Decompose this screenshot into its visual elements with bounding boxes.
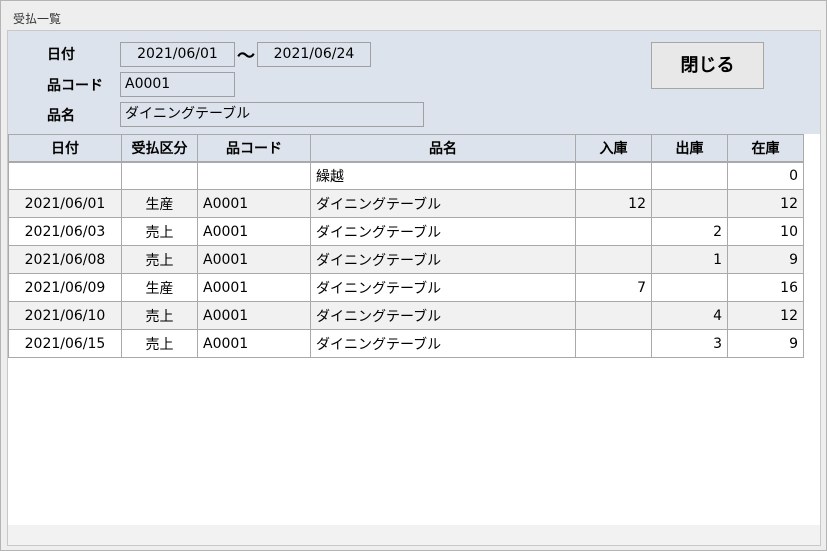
item-code-label: 品コード — [47, 78, 103, 94]
cell-item-code — [197, 161, 311, 190]
cell-item-code: A0001 — [197, 301, 311, 330]
table-header-row: 日付 受払区分 品コード 品名 入庫 出庫 在庫 — [8, 134, 804, 163]
cell-date: 2021/06/15 — [8, 329, 122, 358]
cell-date — [8, 161, 122, 190]
table-row[interactable]: 2021/06/10 売上 A0001 ダイニングテーブル 4 12 — [8, 301, 804, 330]
cell-item-name: ダイニングテーブル — [310, 217, 576, 246]
table-row[interactable]: 2021/06/15 売上 A0001 ダイニングテーブル 3 9 — [8, 329, 804, 358]
cell-transaction-type: 生産 — [121, 189, 198, 218]
cell-item-name: 繰越 — [310, 161, 576, 190]
cell-stock: 0 — [727, 161, 804, 190]
close-button[interactable]: 閉じる — [651, 42, 764, 89]
cell-stock: 12 — [727, 301, 804, 330]
cell-item-name: ダイニングテーブル — [310, 329, 576, 358]
filter-header: 日付 2021/06/01 ～ 2021/06/24 品コード A0001 品名… — [8, 31, 820, 134]
cell-stock: 9 — [727, 245, 804, 274]
cell-stock: 12 — [727, 189, 804, 218]
cell-transaction-type: 生産 — [121, 273, 198, 302]
cell-stock: 9 — [727, 329, 804, 358]
window: 受払一覧 日付 2021/06/01 ～ 2021/06/24 品コード A00… — [0, 0, 827, 551]
table-row[interactable]: 2021/06/01 生産 A0001 ダイニングテーブル 12 12 — [8, 189, 804, 218]
cell-transaction-type — [121, 161, 198, 190]
window-title: 受払一覧 — [13, 12, 62, 26]
item-name-field[interactable]: ダイニングテーブル — [120, 102, 424, 127]
cell-item-code: A0001 — [197, 217, 311, 246]
cell-item-code: A0001 — [197, 189, 311, 218]
cell-shipment — [651, 189, 728, 218]
table-row[interactable]: 2021/06/08 売上 A0001 ダイニングテーブル 1 9 — [8, 245, 804, 274]
cell-stock: 16 — [727, 273, 804, 302]
date-label: 日付 — [47, 47, 75, 63]
column-header-item-code[interactable]: 品コード — [197, 134, 311, 163]
cell-date: 2021/06/09 — [8, 273, 122, 302]
cell-transaction-type: 売上 — [121, 217, 198, 246]
cell-shipment — [651, 273, 728, 302]
cell-shipment: 4 — [651, 301, 728, 330]
cell-item-name: ダイニングテーブル — [310, 245, 576, 274]
cell-item-name: ダイニングテーブル — [310, 273, 576, 302]
column-header-receipt[interactable]: 入庫 — [575, 134, 652, 163]
cell-transaction-type: 売上 — [121, 301, 198, 330]
date-to-field[interactable]: 2021/06/24 — [257, 42, 371, 67]
cell-shipment — [651, 161, 728, 190]
cell-receipt — [575, 245, 652, 274]
form-footer — [8, 525, 820, 545]
ledger-form: 日付 2021/06/01 ～ 2021/06/24 品コード A0001 品名… — [7, 30, 821, 546]
column-header-date[interactable]: 日付 — [8, 134, 122, 163]
cell-item-code: A0001 — [197, 245, 311, 274]
cell-receipt — [575, 301, 652, 330]
table-row[interactable]: 繰越 0 — [8, 161, 804, 190]
ledger-table: 日付 受払区分 品コード 品名 入庫 出庫 在庫 繰越 0 2021/06/01… — [8, 134, 804, 358]
cell-item-name: ダイニングテーブル — [310, 189, 576, 218]
cell-date: 2021/06/10 — [8, 301, 122, 330]
cell-receipt — [575, 217, 652, 246]
column-header-transaction-type[interactable]: 受払区分 — [121, 134, 198, 163]
column-header-item-name[interactable]: 品名 — [310, 134, 576, 163]
cell-date: 2021/06/03 — [8, 217, 122, 246]
cell-transaction-type: 売上 — [121, 245, 198, 274]
date-range-separator: ～ — [237, 46, 255, 67]
cell-receipt — [575, 329, 652, 358]
cell-item-code: A0001 — [197, 273, 311, 302]
cell-receipt — [575, 161, 652, 190]
column-header-shipment[interactable]: 出庫 — [651, 134, 728, 163]
cell-shipment: 1 — [651, 245, 728, 274]
cell-date: 2021/06/01 — [8, 189, 122, 218]
cell-receipt: 7 — [575, 273, 652, 302]
cell-item-name: ダイニングテーブル — [310, 301, 576, 330]
table-row[interactable]: 2021/06/09 生産 A0001 ダイニングテーブル 7 16 — [8, 273, 804, 302]
item-code-field[interactable]: A0001 — [120, 72, 235, 97]
cell-shipment: 3 — [651, 329, 728, 358]
cell-transaction-type: 売上 — [121, 329, 198, 358]
column-header-stock[interactable]: 在庫 — [727, 134, 804, 163]
cell-date: 2021/06/08 — [8, 245, 122, 274]
table-row[interactable]: 2021/06/03 売上 A0001 ダイニングテーブル 2 10 — [8, 217, 804, 246]
item-name-label: 品名 — [47, 108, 75, 124]
cell-shipment: 2 — [651, 217, 728, 246]
date-from-field[interactable]: 2021/06/01 — [120, 42, 235, 67]
cell-receipt: 12 — [575, 189, 652, 218]
cell-item-code: A0001 — [197, 329, 311, 358]
cell-stock: 10 — [727, 217, 804, 246]
